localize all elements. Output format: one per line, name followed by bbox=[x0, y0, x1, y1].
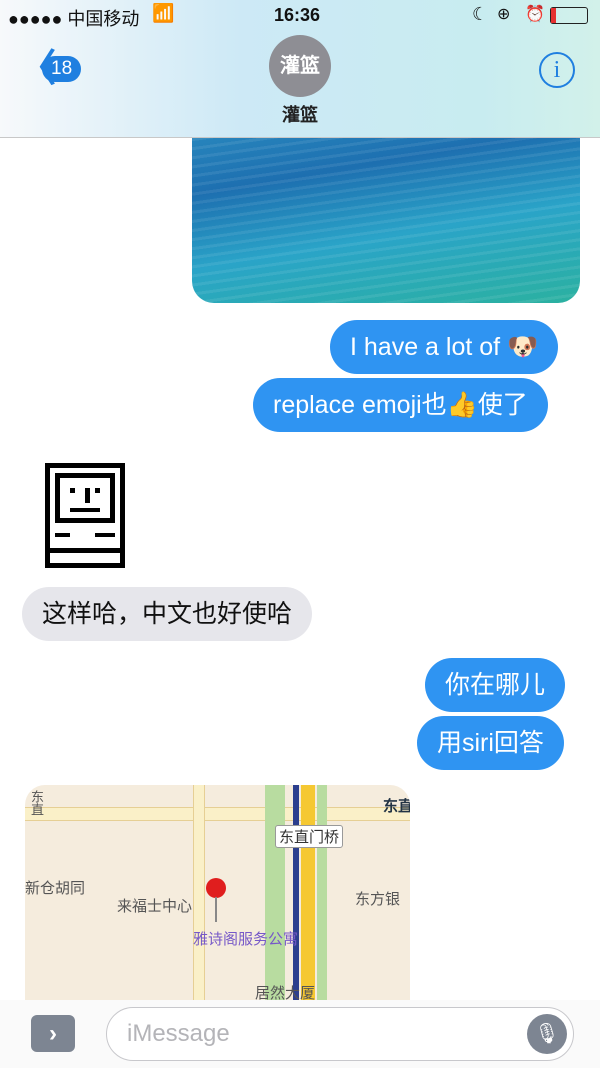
avatar[interactable]: 灌篮 bbox=[269, 35, 331, 97]
message-bubble[interactable]: 这样哈，中文也好使哈 bbox=[22, 587, 313, 641]
map-label: 雅诗阁服务公寓 bbox=[193, 931, 299, 948]
map-label: 新仓胡同 bbox=[25, 880, 86, 897]
info-button[interactable]: i bbox=[539, 52, 575, 88]
message-input[interactable]: iMessage 🎙 bbox=[106, 1007, 574, 1061]
message-bubble[interactable]: I have a lot of 🐶 bbox=[330, 320, 559, 374]
message-bubble[interactable]: 你在哪儿 bbox=[425, 658, 566, 712]
map-attachment[interactable]: 东直 东直门桥 东直 新仓胡同 来福士中心 雅诗阁服务公寓 东方银 居然大厦 bbox=[25, 785, 410, 1000]
status-bar: ●●●●● 中国移动 📶 16:36 ☾ ⊕ ⏰ bbox=[0, 0, 600, 32]
input-placeholder: iMessage bbox=[127, 1020, 230, 1047]
map-label: 东直门桥 bbox=[275, 825, 344, 848]
navigation-header: ●●●●● 中国移动 📶 16:36 ☾ ⊕ ⏰ 〈 18 灌篮 灌篮 i bbox=[0, 0, 600, 138]
alarm-icon: ⏰ bbox=[525, 6, 545, 23]
battery-icon bbox=[550, 7, 588, 24]
map-label: 东方银 bbox=[355, 891, 401, 908]
carrier: ●●●●● 中国移动 bbox=[8, 9, 140, 29]
microphone-icon[interactable]: 🎙 bbox=[527, 1014, 567, 1054]
unread-badge: 18 bbox=[42, 56, 82, 82]
expand-apps-button[interactable]: › bbox=[31, 1015, 75, 1052]
input-bar: › iMessage 🎙 bbox=[0, 1000, 600, 1068]
image-attachment[interactable] bbox=[192, 120, 580, 303]
happy-mac-icon[interactable] bbox=[45, 463, 125, 568]
back-button[interactable]: 〈 18 bbox=[18, 50, 82, 88]
map-label: 来福士中心 bbox=[117, 898, 193, 915]
message-bubble[interactable]: 用siri回答 bbox=[417, 716, 564, 770]
wifi-icon: 📶 bbox=[152, 3, 175, 23]
moon-icon: ☾ bbox=[472, 4, 489, 24]
message-bubble[interactable]: replace emoji也👍使了 bbox=[253, 378, 548, 432]
clock: 16:36 bbox=[274, 5, 321, 25]
contact-name[interactable]: 灌篮 bbox=[0, 101, 600, 127]
rotation-lock-icon: ⊕ bbox=[497, 6, 511, 23]
map-pin-icon bbox=[206, 878, 226, 898]
map-label: 居然大厦 bbox=[255, 985, 316, 1000]
map-label: 东直 bbox=[29, 790, 44, 816]
map-label: 东直 bbox=[383, 798, 410, 815]
